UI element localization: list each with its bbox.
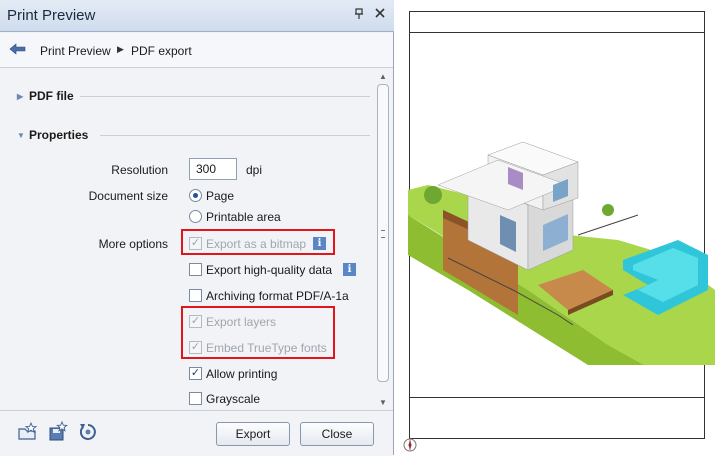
more-options-label: More options <box>98 237 168 251</box>
breadcrumb: Print Preview ▶ PDF export <box>0 33 393 68</box>
vertical-scrollbar[interactable]: ▲ ▼ <box>376 70 390 408</box>
scroll-down-icon[interactable]: ▼ <box>379 398 387 407</box>
print-preview-panel: Print Preview Print Preview ▶ PDF export… <box>0 0 394 456</box>
grip-icon <box>381 230 385 238</box>
breadcrumb-pdf-export: PDF export <box>131 44 192 58</box>
expand-triangle-icon: ▶ <box>17 92 24 101</box>
document-size-label: Document size <box>88 189 168 203</box>
section-pdf-file-label: PDF file <box>29 89 74 103</box>
scrollbar-thumb[interactable] <box>377 84 389 382</box>
title-bar: Print Preview <box>0 0 394 32</box>
resolution-input[interactable]: 300 <box>189 158 237 180</box>
checkbox-archiving-pdfa[interactable] <box>189 289 202 302</box>
navigation-compass-icon[interactable] <box>402 437 418 453</box>
close-icon[interactable] <box>372 7 388 23</box>
save-favorite-icon[interactable] <box>47 420 69 443</box>
section-pdf-file[interactable]: ▶ PDF file <box>17 89 377 105</box>
radio-printable-area-label: Printable area <box>206 210 281 224</box>
checkbox-grayscale[interactable] <box>189 392 202 405</box>
reset-icon[interactable] <box>77 421 99 443</box>
window-title: Print Preview <box>7 7 96 24</box>
info-icon[interactable]: i <box>343 263 356 276</box>
divider <box>80 96 370 97</box>
export-button[interactable]: Export <box>216 422 290 446</box>
radio-page-label: Page <box>206 189 235 203</box>
checkbox-export-high-quality-label: Export high-quality data <box>206 263 333 277</box>
radio-printable-area[interactable] <box>189 210 202 223</box>
resolution-unit: dpi <box>246 163 263 177</box>
scroll-up-icon[interactable]: ▲ <box>379 72 387 81</box>
back-arrow-icon[interactable] <box>8 41 28 57</box>
checkbox-export-high-quality[interactable] <box>189 263 202 276</box>
close-button[interactable]: Close <box>300 422 374 446</box>
section-properties[interactable]: ▼ Properties <box>17 128 377 144</box>
section-properties-label: Properties <box>29 128 89 142</box>
resolution-label: Resolution <box>111 163 168 177</box>
checkbox-allow-printing-label: Allow printing <box>206 367 278 381</box>
breadcrumb-separator-icon: ▶ <box>117 44 124 54</box>
sheet-header-band <box>410 32 704 33</box>
collapse-triangle-icon: ▼ <box>17 131 25 140</box>
pin-icon[interactable] <box>352 8 366 22</box>
open-favorite-icon[interactable] <box>17 421 39 443</box>
sheet-footer-band <box>410 397 704 398</box>
bottom-toolbar: Export Close <box>0 410 393 456</box>
divider <box>100 135 370 136</box>
breadcrumb-print-preview[interactable]: Print Preview <box>40 44 111 58</box>
checkbox-grayscale-label: Grayscale <box>206 392 261 406</box>
checkbox-allow-printing[interactable]: ✓ <box>189 367 202 380</box>
checkbox-archiving-pdfa-label: Archiving format PDF/A-1a <box>206 289 349 303</box>
page-preview <box>395 0 715 455</box>
highlight-box-bitmap <box>181 229 335 255</box>
highlight-box-layers-fonts <box>181 306 335 359</box>
house-rendering-image <box>408 141 715 365</box>
radio-page[interactable] <box>189 189 202 202</box>
